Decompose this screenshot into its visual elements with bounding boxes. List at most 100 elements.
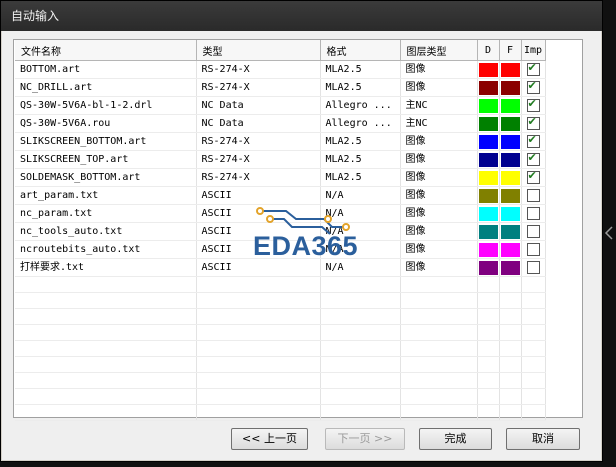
cell-f-color[interactable] <box>499 78 522 97</box>
table-row[interactable]: 打样要求.txt ASCII N/A 图像 <box>15 258 546 277</box>
cell-d-color[interactable] <box>477 132 500 151</box>
table-row[interactable]: art_param.txt ASCII N/A 图像 <box>15 186 546 205</box>
table-row[interactable]: nc_param.txt ASCII N/A 图像 <box>15 204 546 223</box>
d-color-swatch[interactable] <box>478 116 498 131</box>
cell-f-color[interactable] <box>499 150 522 169</box>
imp-checkbox[interactable] <box>526 242 540 256</box>
f-color-swatch[interactable] <box>500 80 520 95</box>
cell-d-color[interactable] <box>477 186 500 205</box>
d-color-swatch[interactable] <box>478 206 498 221</box>
table-row[interactable]: QS-30W-5V6A.rou NC Data Allegro ... 主NC ✔ <box>15 114 546 133</box>
cell-d-color[interactable] <box>477 78 500 97</box>
f-color-swatch[interactable] <box>500 98 520 113</box>
table-row[interactable]: ncroutebits_auto.txt ASCII N/A 图像 <box>15 240 546 259</box>
f-color-swatch[interactable] <box>500 170 520 185</box>
d-color-swatch[interactable] <box>478 242 498 257</box>
cell-imp: ✔ <box>521 60 546 79</box>
f-color-swatch[interactable] <box>500 134 520 149</box>
d-color-swatch[interactable] <box>478 98 498 113</box>
cell-d-color[interactable] <box>477 204 500 223</box>
cell-f-color[interactable] <box>499 114 522 133</box>
next-page-button[interactable]: 下一页 >> <box>325 428 405 450</box>
empty-cell <box>320 276 401 293</box>
cell-d-color[interactable] <box>477 168 500 187</box>
col-header-filename[interactable]: 文件名称 <box>15 40 197 61</box>
imp-checkbox[interactable]: ✔ <box>526 151 540 166</box>
col-header-f[interactable]: F <box>499 40 522 61</box>
d-color-swatch[interactable] <box>478 224 498 239</box>
cell-d-color[interactable] <box>477 96 500 115</box>
f-color-swatch[interactable] <box>500 206 520 221</box>
table-row[interactable]: nc_tools_auto.txt ASCII N/A 图像 <box>15 222 546 241</box>
f-color-swatch[interactable] <box>500 116 520 131</box>
imp-checkbox[interactable] <box>526 206 540 220</box>
d-color-swatch[interactable] <box>478 152 498 167</box>
cell-f-color[interactable] <box>499 222 522 241</box>
f-color-swatch[interactable] <box>500 152 520 167</box>
imp-checkbox[interactable]: ✔ <box>526 169 540 184</box>
d-color-swatch[interactable] <box>478 260 498 275</box>
cell-d-color[interactable] <box>477 60 500 79</box>
file-table: 文件名称 类型 格式 图层类型 D F Imp BOTTOM.art RS-274… <box>15 40 546 421</box>
cell-layer-type: 图像 <box>400 204 478 223</box>
f-color-swatch[interactable] <box>500 224 520 239</box>
table-row[interactable]: SLIKSCREEN_TOP.art RS-274-X MLA2.5 图像 ✔ <box>15 150 546 169</box>
imp-checkbox[interactable] <box>526 224 540 238</box>
empty-cell <box>320 388 401 405</box>
cell-f-color[interactable] <box>499 240 522 259</box>
cell-f-color[interactable] <box>499 60 522 79</box>
check-icon: ✔ <box>527 132 537 146</box>
cell-format: MLA2.5 <box>320 78 401 97</box>
cell-d-color[interactable] <box>477 222 500 241</box>
d-color-swatch[interactable] <box>478 80 498 95</box>
cell-format: N/A <box>320 186 401 205</box>
imp-checkbox[interactable]: ✔ <box>526 114 540 130</box>
imp-checkbox[interactable]: ✔ <box>526 132 540 148</box>
cell-f-color[interactable] <box>499 204 522 223</box>
cell-d-color[interactable] <box>477 114 500 133</box>
empty-cell <box>499 372 522 389</box>
cell-layer-type: 图像 <box>400 132 478 151</box>
col-header-d[interactable]: D <box>477 40 500 61</box>
cell-d-color[interactable] <box>477 258 500 277</box>
cell-imp <box>521 204 546 223</box>
f-color-swatch[interactable] <box>500 188 520 203</box>
cell-d-color[interactable] <box>477 150 500 169</box>
col-header-format[interactable]: 格式 <box>320 40 401 61</box>
f-color-swatch[interactable] <box>500 62 520 77</box>
side-collapse-icon[interactable] <box>604 226 614 240</box>
cell-f-color[interactable] <box>499 96 522 115</box>
cancel-button[interactable]: 取消 <box>506 428 580 450</box>
col-header-type[interactable]: 类型 <box>196 40 321 61</box>
imp-checkbox[interactable] <box>526 188 540 202</box>
check-icon: ✔ <box>527 114 537 128</box>
d-color-swatch[interactable] <box>478 62 498 77</box>
imp-checkbox[interactable]: ✔ <box>526 61 540 76</box>
table-row[interactable]: SLIKSCREEN_BOTTOM.art RS-274-X MLA2.5 图像 ✔ <box>15 132 546 151</box>
finish-button[interactable]: 完成 <box>419 428 492 450</box>
d-color-swatch[interactable] <box>478 134 498 149</box>
col-header-imp[interactable]: Imp <box>521 40 546 61</box>
cell-f-color[interactable] <box>499 258 522 277</box>
cell-filename: 打样要求.txt <box>15 258 197 277</box>
empty-cell <box>400 356 478 373</box>
d-color-swatch[interactable] <box>478 170 498 185</box>
table-row[interactable]: QS-30W-5V6A-bl-1-2.drl NC Data Allegro ...… <box>15 96 546 115</box>
imp-checkbox[interactable]: ✔ <box>526 97 540 112</box>
f-color-swatch[interactable] <box>500 242 520 257</box>
d-color-swatch[interactable] <box>478 188 498 203</box>
imp-checkbox[interactable]: ✔ <box>526 79 540 94</box>
f-color-swatch[interactable] <box>500 260 520 275</box>
imp-checkbox[interactable] <box>526 260 540 274</box>
prev-page-button[interactable]: << 上一页 <box>231 428 308 450</box>
table-row[interactable]: BOTTOM.art RS-274-X MLA2.5 图像 ✔ <box>15 60 546 79</box>
table-row[interactable]: NC_DRILL.art RS-274-X MLA2.5 图像 ✔ <box>15 78 546 97</box>
cell-f-color[interactable] <box>499 168 522 187</box>
cell-f-color[interactable] <box>499 186 522 205</box>
col-header-layer-type[interactable]: 图层类型 <box>400 40 478 61</box>
table-row[interactable]: SOLDEMASK_BOTTOM.art RS-274-X MLA2.5 图像 ✔ <box>15 168 546 187</box>
table-header: 文件名称 类型 格式 图层类型 D F Imp <box>15 40 546 61</box>
empty-cell <box>320 340 401 357</box>
cell-f-color[interactable] <box>499 132 522 151</box>
cell-d-color[interactable] <box>477 240 500 259</box>
